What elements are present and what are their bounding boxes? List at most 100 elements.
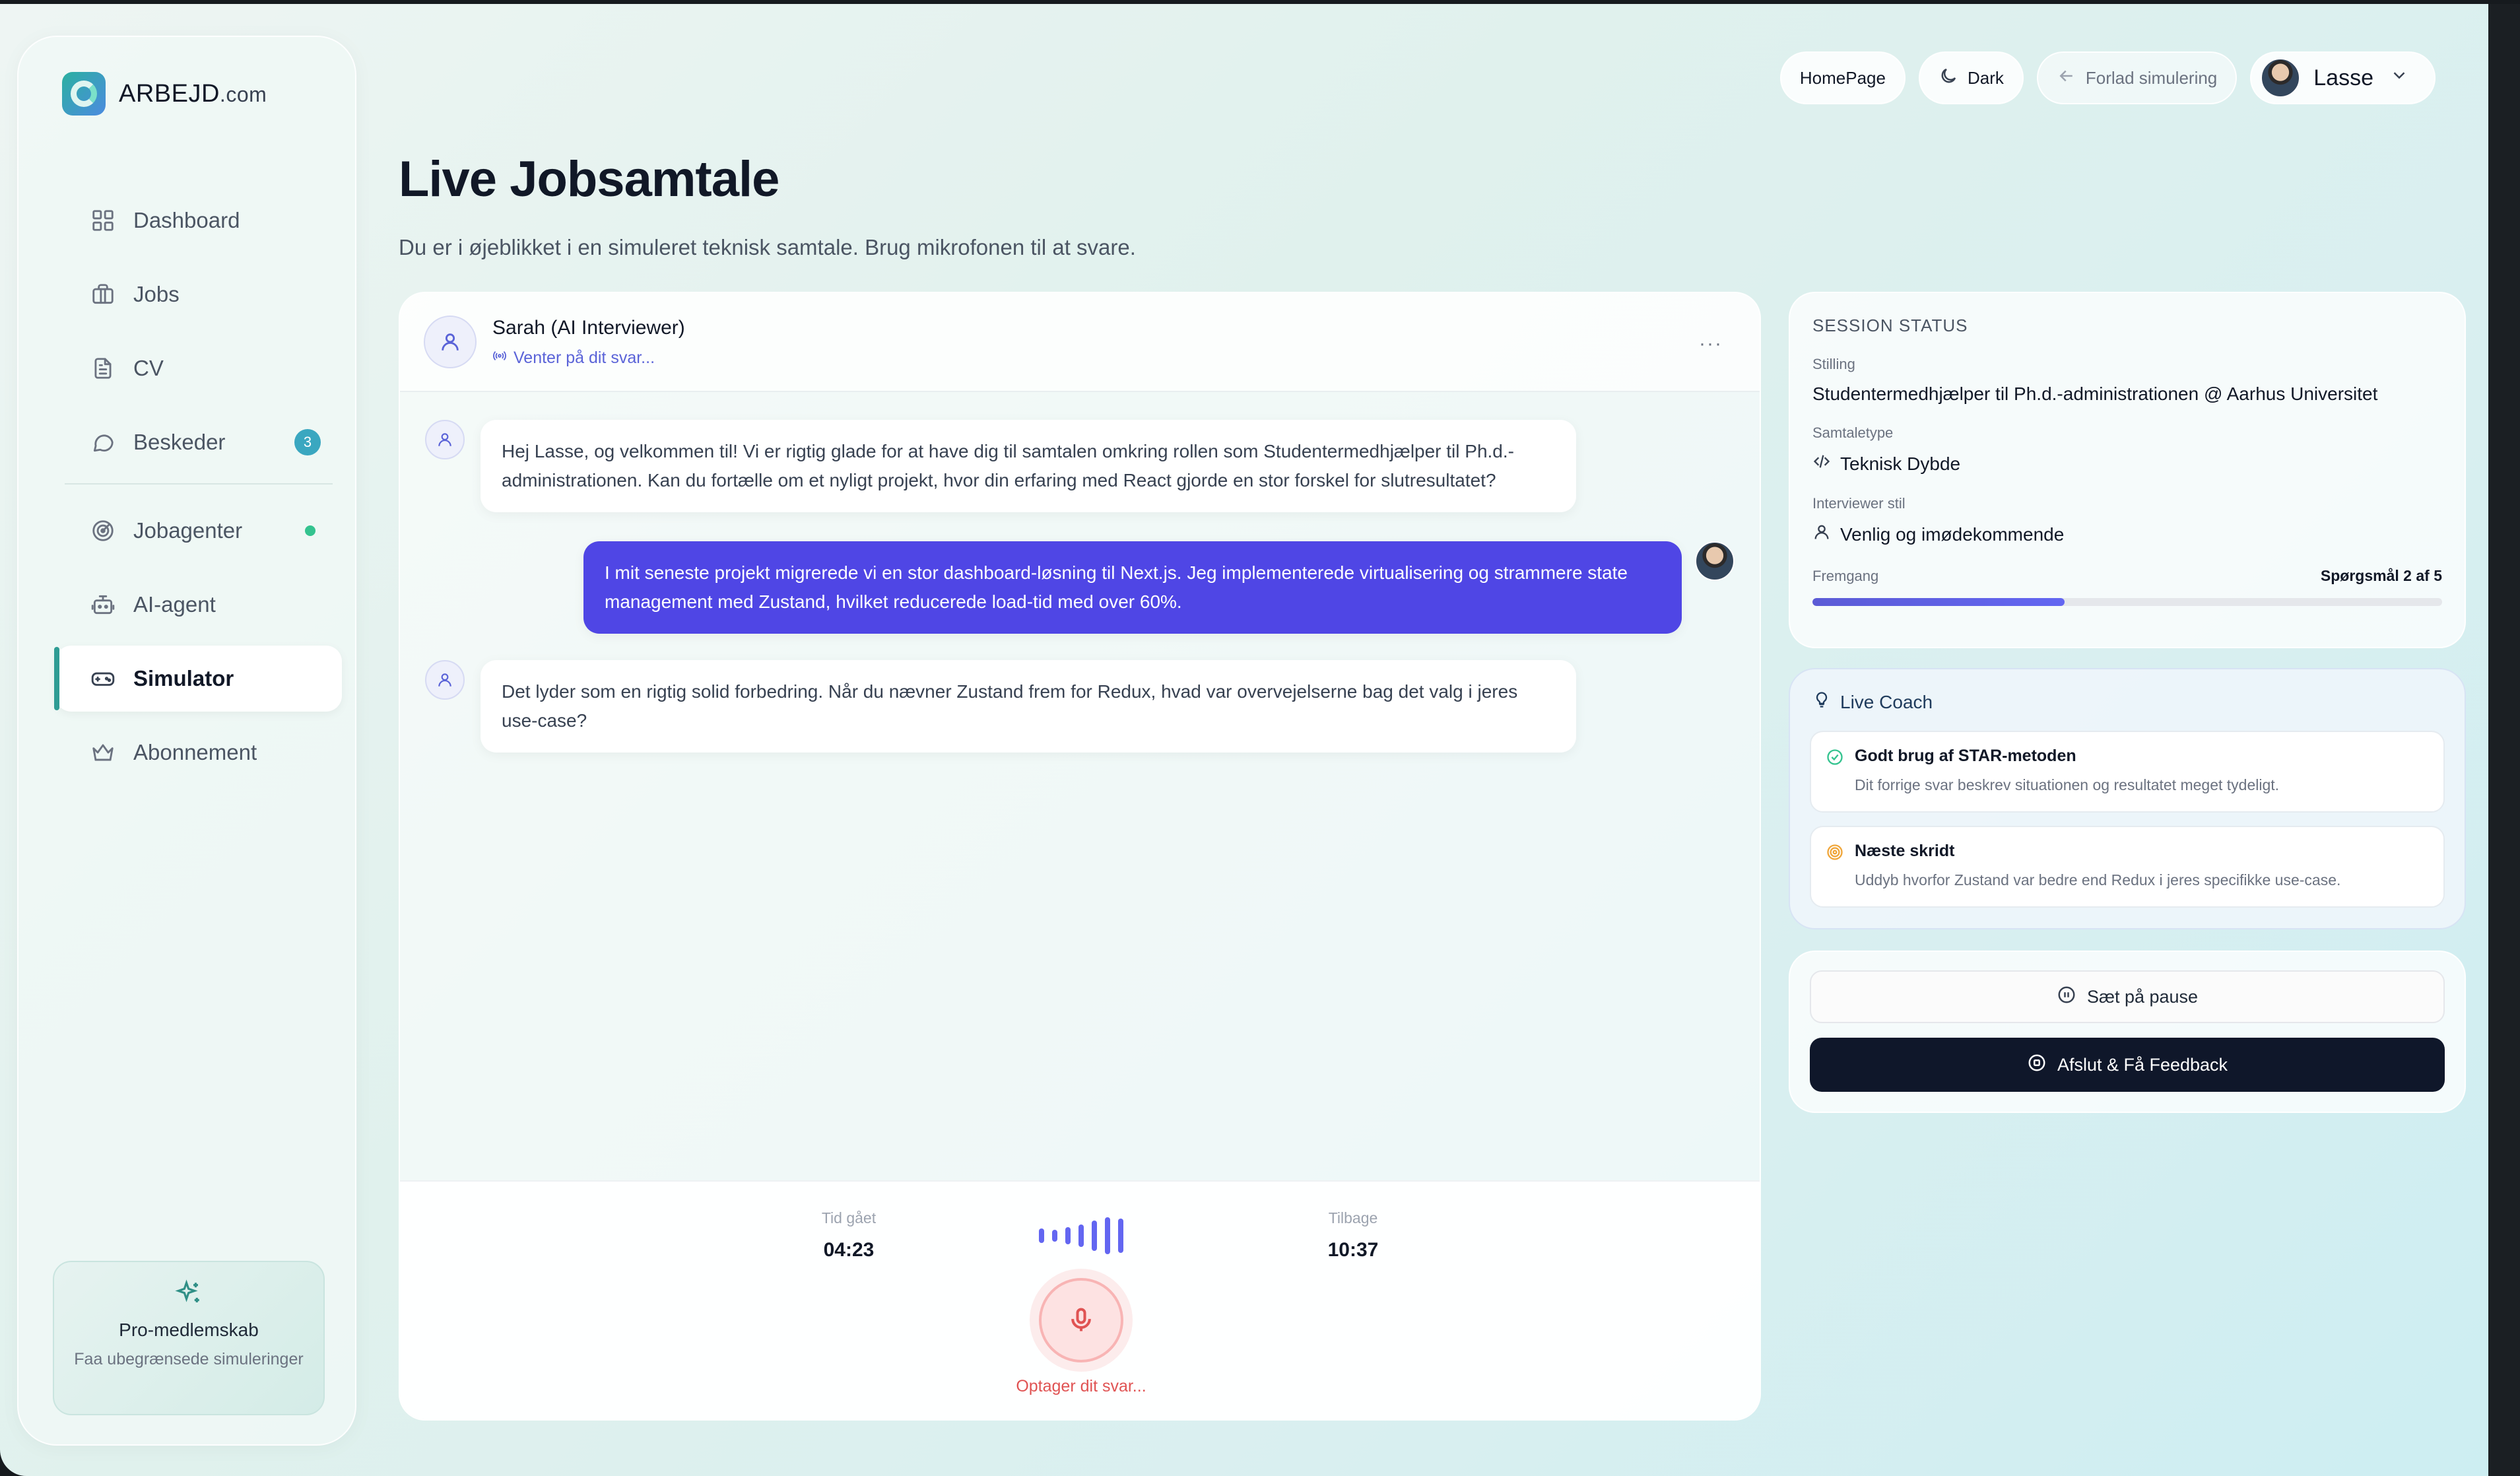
live-coach-title: Live Coach: [1810, 690, 2445, 714]
sidebar-nav: Dashboard Jobs CV Beskeder 3 Jobagenter: [54, 187, 342, 793]
page-title: Live Jobsamtale: [399, 151, 779, 207]
sidebar-item-label: Dashboard: [133, 208, 240, 232]
arrow-left-icon: [2057, 66, 2086, 90]
audio-waveform: [1039, 1215, 1131, 1257]
user-message: I mit seneste projekt migrerede vi en st…: [583, 541, 1682, 634]
window-edge: [2488, 4, 2520, 1476]
position-label: Stilling: [1812, 356, 1855, 372]
recording-controls: Tid gået 04:23 Tilbage 10:37 Optager dit…: [400, 1180, 1760, 1419]
sidebar-item-simulator[interactable]: Simulator: [54, 646, 342, 712]
chevron-down-icon: [2373, 65, 2418, 91]
user-message-avatar: [1695, 541, 1735, 581]
interviewer-style-label: Interviewer stil: [1812, 495, 1906, 512]
user-menu[interactable]: Lasse: [2250, 51, 2436, 104]
bot-icon: [90, 591, 116, 618]
sidebar-item-label: Beskeder: [133, 430, 226, 454]
remaining-time: Tilbage 10:37: [1307, 1209, 1399, 1261]
interviewer-status: Venter på dit svar...: [492, 349, 685, 368]
homepage-label: HomePage: [1799, 67, 1886, 88]
session-actions-card: Sæt på pause Afslut & Få Feedback: [1789, 951, 2466, 1113]
brand-logo[interactable]: ARBEJD.com: [62, 70, 267, 117]
ai-message: Det lyder som en rigtig solid forbedring…: [481, 660, 1576, 753]
microphone-button[interactable]: [1039, 1278, 1123, 1362]
interviewer-style-value: Venlig og imødekommende: [1812, 523, 2442, 546]
position-value: Studentermedhjælper til Ph.d.-administra…: [1812, 384, 2378, 404]
interview-type-label: Samtaletype: [1812, 424, 1894, 441]
user-icon: [438, 673, 451, 687]
stop-circle-icon: [2027, 1053, 2057, 1077]
homepage-button[interactable]: HomePage: [1779, 51, 1906, 104]
microphone-icon: [1071, 1308, 1091, 1331]
elapsed-time: Tid gået 04:23: [803, 1209, 895, 1261]
sidebar-item-jobs[interactable]: Jobs: [55, 261, 342, 327]
document-icon: [90, 355, 116, 382]
progress-count: Spørgsmål 2 af 5: [2320, 567, 2442, 584]
progress-bar: [1812, 598, 2442, 606]
crown-icon: [90, 739, 116, 766]
chat-header: Sarah (AI Interviewer) Venter på dit sva…: [400, 293, 1760, 392]
pro-subtitle: Faa ubegrænsede simuleringer: [74, 1350, 304, 1368]
leave-simulation-button[interactable]: Forlad simulering: [2036, 51, 2238, 104]
check-circle-icon: [1827, 749, 1843, 765]
interview-type-text: Teknisk Dybde: [1840, 453, 1961, 474]
app-window: ARBEJD.com Dashboard Jobs CV Beskeder 3: [0, 4, 2488, 1476]
ellipsis-icon: ···: [1699, 333, 1723, 354]
broadcast-icon: [492, 349, 514, 368]
sidebar-item-cv[interactable]: CV: [55, 335, 342, 401]
brand-domain: .com: [219, 82, 267, 106]
sidebar-item-label: AI-agent: [133, 592, 216, 617]
user-icon: [442, 333, 459, 351]
remaining-value: 10:37: [1327, 1239, 1379, 1261]
ai-message-avatar: [425, 660, 465, 700]
sidebar-item-label: Simulator: [133, 666, 234, 690]
remaining-label: Tilbage: [1328, 1209, 1378, 1226]
theme-toggle-button[interactable]: Dark: [1918, 51, 2024, 104]
top-bar: HomePage Dark Forlad simulering Lasse: [1767, 51, 2436, 104]
sidebar-item-beskeder[interactable]: Beskeder 3: [55, 409, 342, 475]
sidebar-item-label: CV: [133, 356, 164, 380]
progress-label: Fremgang: [1812, 567, 1879, 584]
chat-panel: Sarah (AI Interviewer) Venter på dit sva…: [399, 292, 1761, 1421]
logo-icon: [62, 72, 106, 116]
progress-bar-fill: [1812, 598, 2065, 606]
interviewer-name: Sarah (AI Interviewer): [492, 316, 685, 339]
unread-badge: 3: [294, 429, 321, 455]
sidebar-item-jobagenter[interactable]: Jobagenter: [55, 498, 342, 564]
sidebar-item-label: Jobs: [133, 282, 180, 306]
radar-icon: [90, 518, 116, 544]
live-coach-card: Live Coach Godt brug af STAR-metoden Dit…: [1789, 668, 2466, 929]
more-options-button[interactable]: ···: [1691, 327, 1731, 360]
tip-description: Dit forrige svar beskrev situationen og …: [1855, 776, 2280, 793]
grid-icon: [90, 207, 116, 234]
coach-tip-star: Godt brug af STAR-metoden Dit forrige sv…: [1810, 731, 2445, 813]
pro-membership-card[interactable]: Pro-medlemskab Faa ubegrænsede simulerin…: [53, 1261, 325, 1415]
sidebar-item-label: Jobagenter: [133, 518, 243, 543]
page-subtitle: Du er i øjeblikket i en simuleret teknis…: [399, 235, 1136, 259]
pause-button[interactable]: Sæt på pause: [1810, 970, 2445, 1023]
avatar: [2261, 58, 2301, 98]
gamepad-icon: [90, 665, 116, 692]
lightbulb-icon: [1812, 690, 1840, 714]
session-caption: SESSION STATUS: [1812, 316, 1968, 335]
elapsed-label: Tid gået: [821, 1209, 877, 1226]
coach-title-text: Live Coach: [1840, 691, 1933, 712]
end-label: Afslut & Få Feedback: [2057, 1054, 2228, 1075]
target-icon: [1827, 844, 1843, 860]
pro-title: Pro-medlemskab: [119, 1320, 259, 1340]
end-and-feedback-button[interactable]: Afslut & Få Feedback: [1810, 1038, 2445, 1092]
sidebar-item-abonnement[interactable]: Abonnement: [55, 720, 342, 786]
leave-label: Forlad simulering: [2085, 67, 2218, 88]
theme-label: Dark: [1967, 67, 2004, 88]
ai-message-avatar: [425, 420, 465, 459]
user-icon: [438, 433, 451, 446]
interviewer-avatar: [424, 316, 477, 368]
active-status-dot: [305, 525, 315, 536]
tip-title: Godt brug af STAR-metoden: [1855, 747, 2076, 765]
interview-type-value: Teknisk Dybde: [1812, 452, 2442, 475]
pause-label: Sæt på pause: [2086, 986, 2199, 1007]
coach-tip-next-step: Næste skridt Uddyb hvorfor Zustand var b…: [1810, 826, 2445, 908]
ai-message: Hej Lasse, og velkommen til! Vi er rigti…: [481, 420, 1576, 512]
briefcase-icon: [90, 281, 116, 308]
sidebar-item-ai-agent[interactable]: AI-agent: [55, 572, 342, 638]
sidebar-item-dashboard[interactable]: Dashboard: [55, 187, 342, 253]
